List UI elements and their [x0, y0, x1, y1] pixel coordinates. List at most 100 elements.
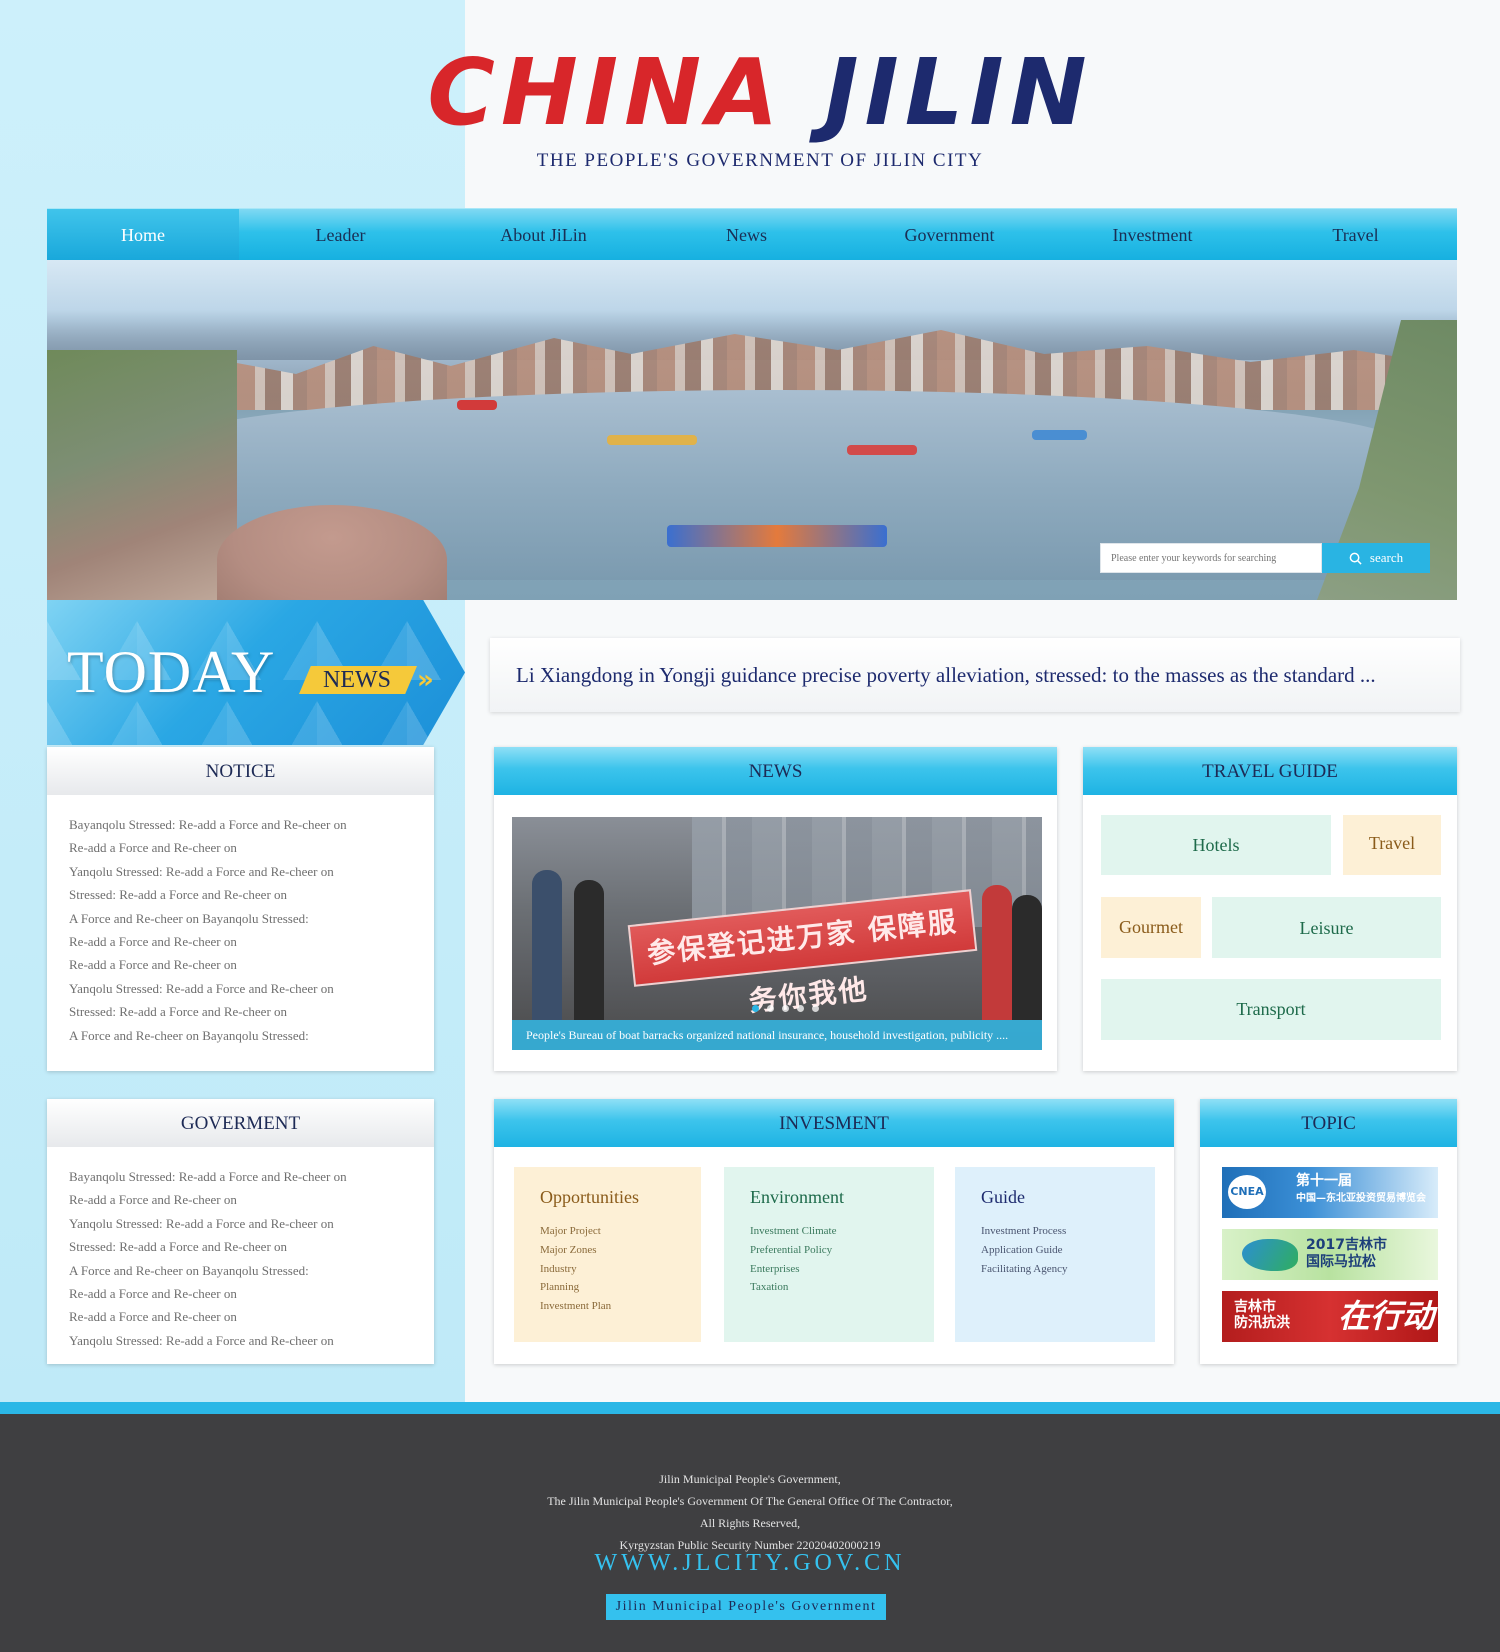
investment-card-title[interactable]: Opportunities	[540, 1187, 701, 1208]
government-title: GOVERMENT	[47, 1099, 434, 1147]
topic-banner-text: 第十一届 中国—东北亚投资贸易博览会	[1296, 1173, 1426, 1207]
travel-tile-transport[interactable]: Transport	[1101, 979, 1441, 1040]
list-item[interactable]: Re-add a Force and Re-cheer on	[69, 930, 434, 953]
nav-item-investment[interactable]: Investment	[1051, 209, 1254, 260]
topic-banner-line: 吉林市	[1234, 1299, 1276, 1315]
investment-link[interactable]: Major Project	[540, 1222, 701, 1241]
slide-dot[interactable]	[797, 1005, 804, 1012]
list-item[interactable]: Stressed: Re-add a Force and Re-cheer on	[69, 1235, 434, 1258]
banner-boat	[457, 400, 497, 410]
today-title: TODAY	[67, 639, 276, 705]
investment-card-opportunities: Opportunities Major Project Major Zones …	[514, 1167, 701, 1342]
site-subtitle: THE PEOPLE'S GOVERNMENT OF JILIN CITY	[536, 150, 984, 171]
topic-banner-line: 第十一届	[1296, 1173, 1352, 1189]
travel-tile-leisure[interactable]: Leisure	[1212, 897, 1441, 958]
nav-item-travel[interactable]: Travel	[1254, 209, 1457, 260]
nav-item-home[interactable]: Home	[47, 209, 239, 260]
investment-link[interactable]: Application Guide	[981, 1241, 1155, 1260]
investment-title: INVESMENT	[494, 1099, 1174, 1147]
topic-banner-line: 防汛抗洪	[1234, 1315, 1290, 1331]
list-item[interactable]: Re-add a Force and Re-cheer on	[69, 1188, 434, 1211]
list-item[interactable]: A Force and Re-cheer on Bayanqolu Stress…	[69, 1259, 434, 1282]
investment-link[interactable]: Facilitating Agency	[981, 1260, 1155, 1279]
investment-link[interactable]: Industry	[540, 1260, 701, 1279]
travel-tile-gourmet[interactable]: Gourmet	[1101, 897, 1201, 958]
slide-dot[interactable]	[782, 1005, 789, 1012]
investment-link[interactable]: Investment Climate	[750, 1222, 934, 1241]
travel-tile-hotels[interactable]: Hotels	[1101, 815, 1331, 875]
today-news-banner: TODAY NEWS »	[47, 600, 465, 745]
topic-banner-marathon[interactable]: 2017吉林市 国际马拉松	[1222, 1229, 1438, 1280]
investment-card-title[interactable]: Environment	[750, 1187, 934, 1208]
government-panel: GOVERMENT Bayanqolu Stressed: Re-add a F…	[47, 1099, 434, 1364]
travel-tile-travel[interactable]: Travel	[1343, 815, 1441, 875]
nav-item-about-jilin[interactable]: About JiLin	[442, 209, 645, 260]
investment-link[interactable]: Investment Plan	[540, 1297, 701, 1316]
investment-card-title[interactable]: Guide	[981, 1187, 1155, 1208]
notice-list: Bayanqolu Stressed: Re-add a Force and R…	[47, 795, 434, 1047]
list-item[interactable]: Re-add a Force and Re-cheer on	[69, 953, 434, 976]
investment-link[interactable]: Enterprises	[750, 1260, 934, 1279]
travel-guide-title: TRAVEL GUIDE	[1083, 747, 1457, 795]
list-item[interactable]: Re-add a Force and Re-cheer on	[69, 1305, 434, 1328]
government-list: Bayanqolu Stressed: Re-add a Force and R…	[47, 1147, 434, 1352]
topic-banner-flood-control[interactable]: 吉林市 防汛抗洪 在行动	[1222, 1291, 1438, 1342]
slide-dot[interactable]	[812, 1005, 819, 1012]
nav-item-leader[interactable]: Leader	[239, 209, 442, 260]
topic-title: TOPIC	[1200, 1099, 1457, 1147]
news-slideshow[interactable]: 参保登记进万家 保障服务你我他 People's Bureau of boat …	[512, 817, 1042, 1050]
logo-word-china: CHINA	[427, 39, 785, 146]
footer-lines: Jilin Municipal People's Government, The…	[0, 1468, 1500, 1556]
search-button[interactable]: search	[1322, 543, 1430, 573]
banner-left-shore	[47, 350, 237, 600]
topic-banner-big-text: 在行动	[1338, 1297, 1435, 1335]
main-nav: Home Leader About JiLin News Government …	[47, 208, 1457, 260]
list-item[interactable]: A Force and Re-cheer on Bayanqolu Stress…	[69, 907, 434, 930]
footer-line: Jilin Municipal People's Government,	[659, 1472, 841, 1486]
topic-banner-text: 吉林市 防汛抗洪	[1234, 1299, 1290, 1331]
list-item[interactable]: Re-add a Force and Re-cheer on	[69, 836, 434, 859]
footer-line: All Rights Reserved,	[699, 1516, 801, 1530]
investment-link[interactable]: Taxation	[750, 1278, 934, 1297]
list-item[interactable]: Bayanqolu Stressed: Re-add a Force and R…	[69, 813, 434, 836]
search-icon	[1349, 552, 1362, 565]
notice-panel: NOTICE Bayanqolu Stressed: Re-add a Forc…	[47, 747, 434, 1071]
list-item[interactable]: Yanqolu Stressed: Re-add a Force and Re-…	[69, 860, 434, 883]
search-input[interactable]	[1100, 543, 1322, 573]
logo-word-jilin: JILIN	[824, 39, 1093, 146]
topic-banner-expo[interactable]: CNEA 第十一届 中国—东北亚投资贸易博览会	[1222, 1167, 1438, 1218]
list-item[interactable]: Stressed: Re-add a Force and Re-cheer on	[69, 883, 434, 906]
list-item[interactable]: Re-add a Force and Re-cheer on	[69, 1282, 434, 1305]
news-title: NEWS	[494, 747, 1057, 795]
list-item[interactable]: Yanqolu Stressed: Re-add a Force and Re-…	[69, 977, 434, 1000]
footer-url-link[interactable]: WWW.JLCITY.GOV.CN	[0, 1550, 1500, 1577]
cnea-logo: CNEA	[1228, 1175, 1266, 1209]
slide-person	[532, 870, 562, 1020]
list-item[interactable]: A Force and Re-cheer on Bayanqolu Stress…	[69, 1024, 434, 1047]
investment-link[interactable]: Planning	[540, 1278, 701, 1297]
banner-boat	[607, 435, 697, 445]
marathon-logo-icon	[1242, 1239, 1298, 1271]
nav-item-news[interactable]: News	[645, 209, 848, 260]
banner-boat	[1032, 430, 1087, 440]
list-item[interactable]: Yanqolu Stressed: Re-add a Force and Re-…	[69, 1329, 434, 1352]
slide-dots	[752, 1005, 819, 1012]
headline-news-link[interactable]: Li Xiangdong in Yongji guidance precise …	[490, 638, 1460, 712]
footer-gov-label: Jilin Municipal People's Government	[606, 1594, 886, 1620]
footer-line: The Jilin Municipal People's Government …	[547, 1494, 953, 1508]
list-item[interactable]: Yanqolu Stressed: Re-add a Force and Re-…	[69, 1212, 434, 1235]
list-item[interactable]: Stressed: Re-add a Force and Re-cheer on	[69, 1000, 434, 1023]
list-item[interactable]: Bayanqolu Stressed: Re-add a Force and R…	[69, 1165, 434, 1188]
slide-caption[interactable]: People's Bureau of boat barracks organiz…	[512, 1020, 1042, 1050]
investment-link[interactable]: Investment Process	[981, 1222, 1155, 1241]
slide-dot[interactable]	[767, 1005, 774, 1012]
nav-item-government[interactable]: Government	[848, 209, 1051, 260]
investment-link[interactable]: Preferential Policy	[750, 1241, 934, 1260]
banner-boat	[667, 525, 887, 547]
investment-card-environment: Environment Investment Climate Preferent…	[724, 1167, 934, 1342]
site-logo[interactable]: CHINA JILIN	[420, 38, 1100, 148]
search-bar: search	[1100, 543, 1430, 573]
investment-link[interactable]: Major Zones	[540, 1241, 701, 1260]
slide-dot[interactable]	[752, 1005, 759, 1012]
today-news-badge: NEWS	[299, 666, 417, 694]
